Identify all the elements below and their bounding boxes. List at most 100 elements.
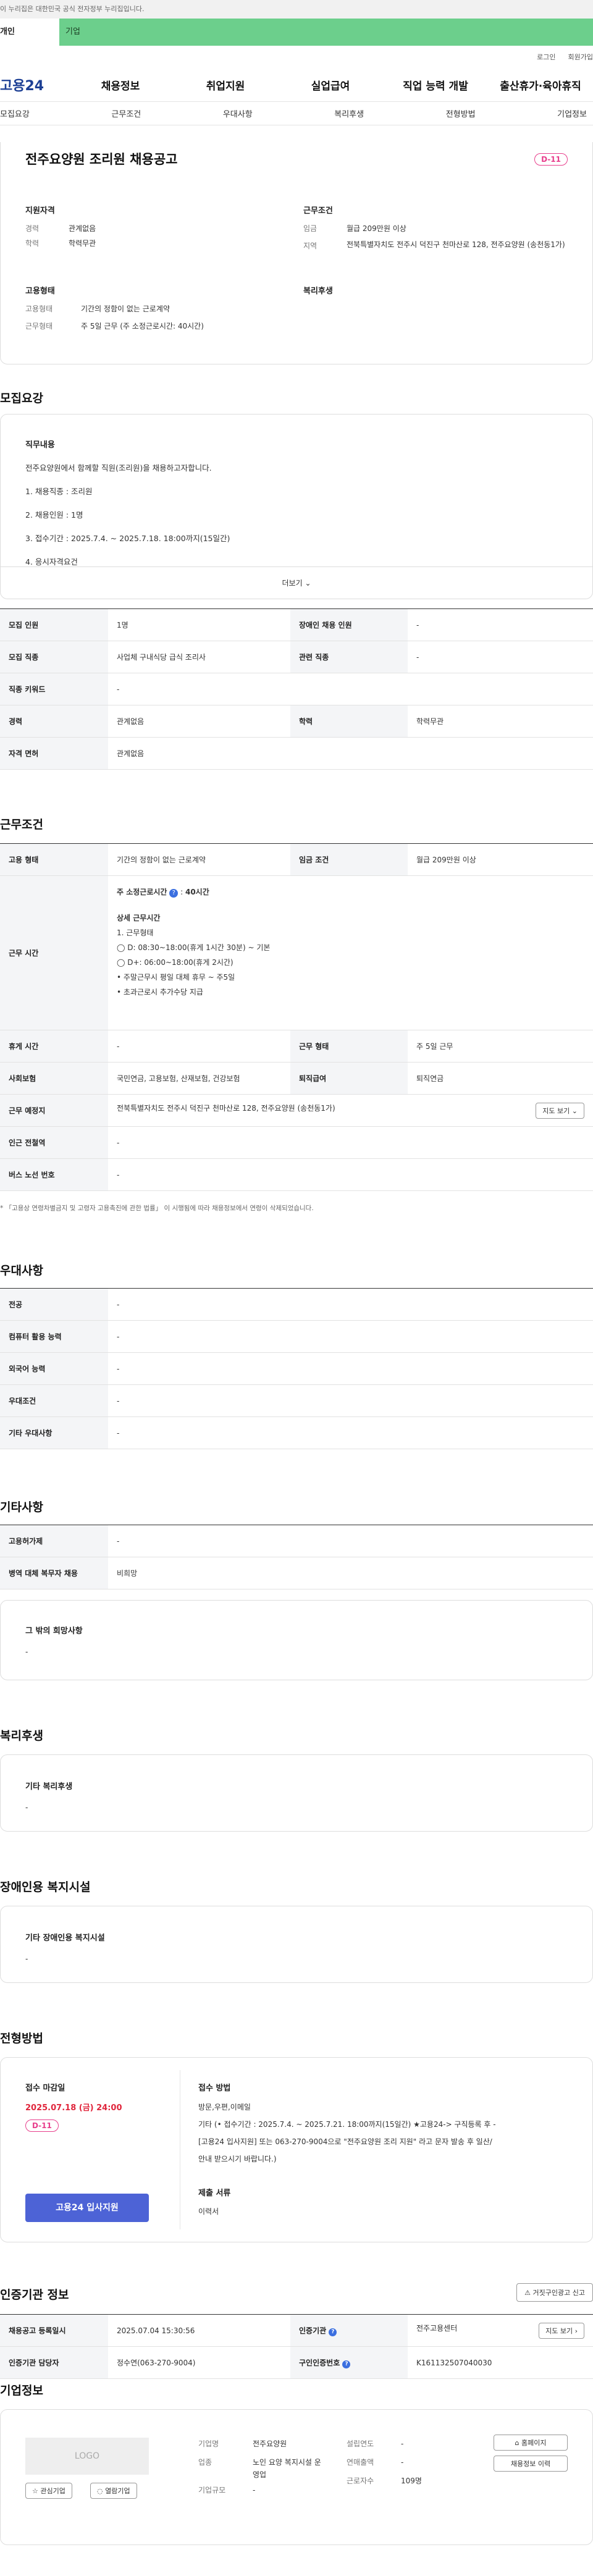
hours-line: 1. 근무형태: [117, 928, 154, 937]
method-line: 기타 (• 접수기간 : 2025.7.4. ~ 2025.7.21. 18:0…: [198, 2120, 496, 2129]
select-box: 접수 마감일 2025.07.18 (금) 24:00 D-11 고용24 입사…: [0, 2057, 593, 2242]
revenue-label: 연매출액: [347, 2458, 374, 2467]
agency-map-button[interactable]: 지도 보기 ›: [539, 2322, 584, 2339]
company-logo: LOGO: [25, 2438, 149, 2475]
snb-welfare[interactable]: 복리후생: [334, 107, 364, 119]
career-label: 경력: [25, 224, 40, 233]
th: 채용공고 등록일시: [0, 2314, 108, 2347]
snb-selection[interactable]: 전형방법: [446, 107, 476, 119]
weekly-hours-label: 주 소정근로시간: [117, 888, 167, 896]
industry-label: 업종: [198, 2458, 212, 2467]
th: 근무 형태: [290, 1030, 408, 1063]
td: 퇴직연금: [408, 1062, 593, 1095]
nav-unemployment-benefit[interactable]: 실업급여: [278, 77, 383, 93]
age-note: * 「고용상 연령차별금지 및 고령자 고용촉진에 관한 법률」 이 시행됨에 …: [0, 1205, 314, 1212]
nav-employment-support[interactable]: 취업지원: [173, 77, 278, 93]
th: 임금 조건: [290, 843, 408, 876]
info-icon[interactable]: ?: [329, 2328, 337, 2336]
detail-hours-label: 상세 근무시간: [117, 914, 161, 922]
th: 사회보험: [0, 1062, 108, 1095]
th: 자격 면허: [0, 737, 108, 770]
job-line: 3. 접수기간 : 2025.7.4. ~ 2025.7.18. 18:00까지…: [25, 534, 230, 543]
th: 모집 인원: [0, 608, 108, 641]
login-link[interactable]: 로그인: [537, 52, 555, 62]
td: 전주고용센터: [416, 2323, 458, 2333]
info-icon[interactable]: ?: [342, 2360, 351, 2368]
job-summary-card: 전주요양원 조리원 채용공고 D-11 지원자격 경력 관계없음 학력 학력무관 고…: [0, 142, 593, 364]
th: 근무 예정지: [0, 1094, 108, 1127]
career-value: 관계없음: [69, 224, 96, 233]
hours-line: • 주말근무시 평일 대체 휴무 ~ 주5일: [117, 973, 235, 982]
job-line: 전주요양원에서 함께할 직원(조리원)을 채용하고자합니다.: [25, 463, 212, 473]
td: 기간의 정함이 없는 근로계약: [108, 843, 290, 876]
docs-heading: 제출 서류: [198, 2189, 231, 2198]
fav-company-button[interactable]: ☆ 관심기업: [25, 2483, 72, 2499]
tab-company[interactable]: 기업: [59, 19, 593, 46]
snb-recruit[interactable]: 모집요강: [0, 107, 30, 119]
td: -: [408, 641, 593, 673]
star-icon: ☆: [32, 2487, 38, 2495]
other-wishes-value: -: [25, 1648, 28, 1656]
report-icon: ⚠: [524, 2289, 531, 2297]
pref-table: 전공 - 컴퓨터 활용 능력 - 외국어 능력 - 우대조건 - 기타 우대사항 -: [0, 1288, 593, 1449]
viewed-company-button[interactable]: ◌ 열람기업: [90, 2483, 137, 2499]
hours-line: ◯ D: 08:30~18:00(휴게 1시간 30분) ~ 기본: [117, 943, 271, 952]
welfare-heading: 복리후생: [303, 287, 333, 296]
job-title: 전주요양원 조리원 채용공고: [25, 152, 178, 167]
emp-heading: 고용형태: [25, 287, 55, 296]
snb-company[interactable]: 기업정보: [557, 107, 587, 119]
wage-label: 임금: [303, 224, 318, 233]
th: 인증기관 담당자: [0, 2346, 108, 2379]
nav-skills[interactable]: 직업 능력 개발: [383, 77, 488, 93]
td: -: [408, 608, 593, 641]
eye-icon: ◌: [97, 2487, 103, 2495]
loc-value: 전북특별자치도 전주시 덕진구 천마산로 128, 전주요양원 (송천동1가): [347, 240, 565, 249]
th: 관련 직종: [290, 641, 408, 673]
td: -: [108, 1126, 593, 1159]
site-logo[interactable]: 고용24: [0, 75, 68, 95]
td: 주 5일 근무: [408, 1030, 593, 1063]
disab-sub: 기타 장애인용 복지시설: [25, 1934, 105, 1943]
cond-table: 고용 형태 기간의 정함이 없는 근로계약 임금 조건 월급 209만원 이상 근무 …: [0, 843, 593, 1191]
td: 월급 209만원 이상: [408, 843, 593, 876]
welfare-heading-main: 복리후생: [0, 1729, 43, 1743]
hours-line: • 초과근로시 추가수당 지급: [117, 988, 203, 996]
qual-heading: 지원자격: [25, 206, 55, 216]
hours-label: 근무형태: [25, 322, 53, 330]
founded-value: -: [401, 2439, 404, 2448]
agency-table: 채용공고 등록일시 2025.07.04 15:30:56 인증기관 ? 전주고용센터…: [0, 2314, 593, 2379]
snb-conditions[interactable]: 근무조건: [111, 107, 141, 119]
agency-heading: 인증기관 정보: [0, 2288, 69, 2302]
td: 1명: [108, 608, 290, 641]
report-button[interactable]: ⚠ 거짓구인광고 신고: [516, 2283, 593, 2302]
tab-personal[interactable]: 개인: [0, 19, 59, 46]
th: 근무 시간: [0, 875, 108, 1030]
job-history-button[interactable]: 채용정보 이력: [494, 2456, 568, 2472]
snb-preferences[interactable]: 우대사항: [223, 107, 253, 119]
job-content-heading: 직무내용: [25, 440, 55, 450]
th: 학력: [290, 705, 408, 738]
signup-link[interactable]: 회원가입: [568, 52, 593, 62]
info-icon[interactable]: ?: [169, 889, 179, 898]
homepage-button[interactable]: ⌂ 홈페이지: [494, 2435, 568, 2451]
job-line: 1. 채용직종 : 조리원: [25, 487, 93, 496]
cond-heading-main: 근무조건: [0, 818, 43, 831]
map-button[interactable]: 지도 보기 ⌄: [536, 1102, 584, 1119]
method-line: 방문,우편,이메일: [198, 2103, 251, 2111]
home-icon: ⌂: [515, 2439, 519, 2447]
main-nav: 고용24 채용정보 취업지원 실업급여 직업 능력 개발 출산휴가·육아휴직: [0, 68, 593, 102]
welfare-box: 기타 복리후생 -: [0, 1754, 593, 1832]
etc-table: 고용허가제 - 병역 대체 복무자 채용 비희망: [0, 1525, 593, 1589]
company-box: LOGO ☆ 관심기업 ◌ 열람기업 기업명 전주요양원 업종 노인 요양 복지시설…: [0, 2409, 593, 2545]
nav-parental-leave[interactable]: 출산휴가·육아휴직: [488, 77, 593, 93]
th: 외국어 능력: [0, 1352, 108, 1385]
more-button[interactable]: 더보기 ⌄: [1, 566, 592, 599]
dday-badge: D-11: [534, 153, 568, 166]
td: 관계없음: [108, 705, 290, 738]
apply-button[interactable]: 고용24 입사지원: [25, 2194, 149, 2222]
td: K161132507040030: [408, 2346, 593, 2379]
loc-label: 지역: [303, 242, 318, 250]
method-heading: 접수 방법: [198, 2084, 231, 2093]
nav-jobs[interactable]: 채용정보: [68, 77, 173, 93]
chevron-down-icon: ⌄: [571, 1106, 578, 1115]
